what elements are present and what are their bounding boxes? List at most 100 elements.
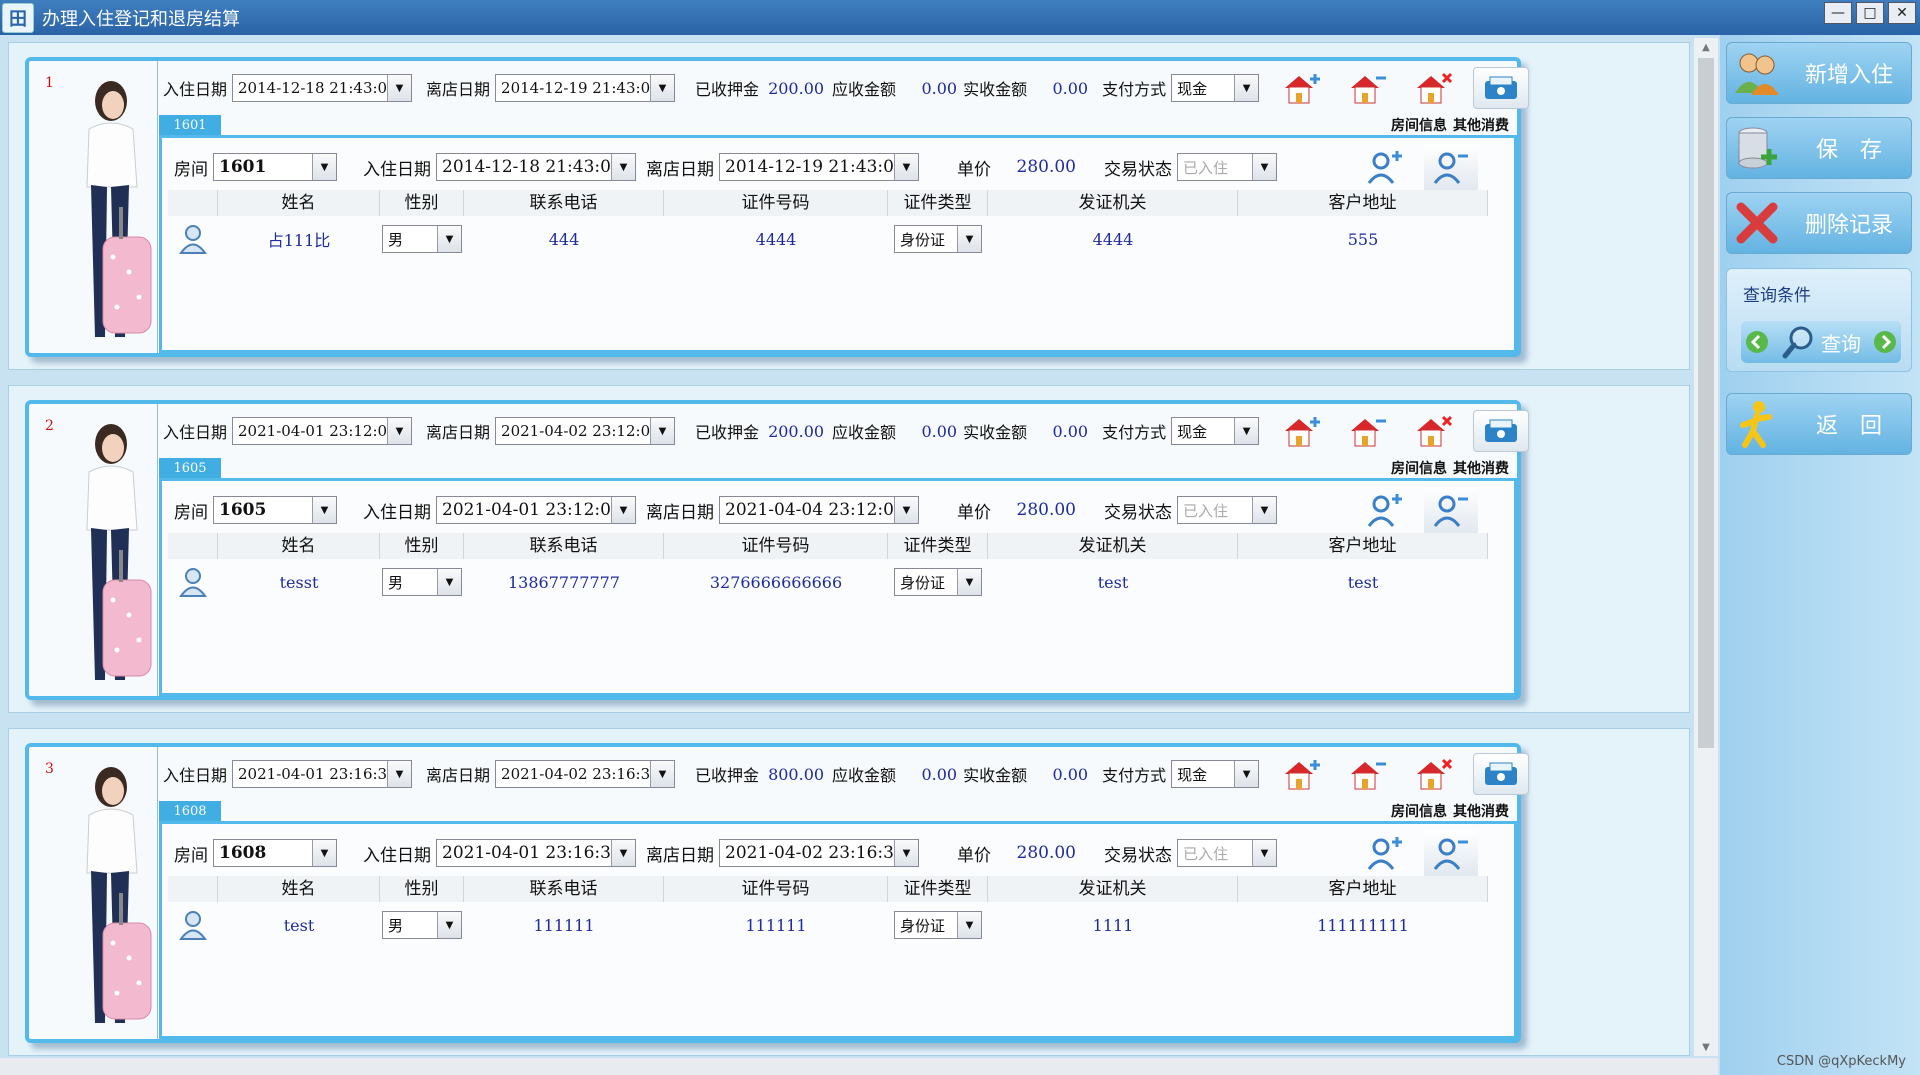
id-type-select[interactable]: 身份证 ▼	[894, 225, 982, 253]
add-guest-button[interactable]	[1358, 144, 1412, 190]
delete-room-button[interactable]	[1407, 410, 1463, 452]
save-button[interactable]: 保 存	[1726, 117, 1912, 179]
query-button[interactable]: 查询	[1771, 324, 1871, 360]
back-button[interactable]: 返 回	[1726, 393, 1912, 455]
checkout-button[interactable]	[1473, 753, 1529, 795]
guest-row[interactable]: test 男 ▼ 111111 111111 身份证 ▼ 1111 11111111…	[168, 908, 1488, 942]
remove-guest-button[interactable]	[1424, 144, 1478, 190]
chevron-down-icon[interactable]: ▼	[894, 497, 918, 523]
checkin-date-picker[interactable]: 2014-12-18 21:43:01 ▼	[232, 74, 413, 102]
checkout-date-picker[interactable]: 2021-04-02 23:12:08 ▼	[495, 417, 676, 445]
scroll-up-arrow[interactable]: ▲	[1694, 38, 1718, 56]
pay-method-select[interactable]: 现金 ▼	[1171, 760, 1260, 788]
tab-other-consumption[interactable]: 其他消费	[1453, 801, 1509, 821]
pay-method-select[interactable]: 现金 ▼	[1171, 417, 1260, 445]
room-select[interactable]: 1605 ▼	[213, 496, 337, 524]
room-select[interactable]: 1601 ▼	[213, 153, 337, 181]
chevron-down-icon[interactable]: ▼	[611, 154, 635, 180]
room-checkout-picker[interactable]: 2021-04-02 23:16:31 ▼	[719, 839, 919, 867]
tab-room-info[interactable]: 房间信息	[1391, 458, 1447, 478]
room-checkin-picker[interactable]: 2021-04-01 23:16:31 ▼	[436, 839, 636, 867]
horizontal-scrollbar[interactable]	[0, 1058, 1718, 1075]
trade-status-select[interactable]: 已入住 ▼	[1177, 839, 1277, 867]
scroll-down-arrow[interactable]: ▼	[1694, 1038, 1718, 1056]
tab-room-info[interactable]: 房间信息	[1391, 115, 1447, 135]
chevron-down-icon[interactable]: ▼	[650, 75, 675, 101]
chevron-down-icon[interactable]: ▼	[437, 569, 461, 595]
checkout-date-picker[interactable]: 2021-04-02 23:16:31 ▼	[495, 760, 676, 788]
remove-room-button[interactable]	[1341, 410, 1397, 452]
room-tab[interactable]: 1601	[159, 115, 221, 135]
delete-room-button[interactable]	[1407, 753, 1463, 795]
chevron-down-icon[interactable]: ▼	[957, 226, 981, 252]
trade-status-select[interactable]: 已入住 ▼	[1177, 153, 1277, 181]
tab-other-consumption[interactable]: 其他消费	[1453, 115, 1509, 135]
receivable-value: 0.00	[921, 421, 958, 441]
room-checkin-picker[interactable]: 2014-12-18 21:43:01 ▼	[436, 153, 636, 181]
chevron-down-icon[interactable]: ▼	[1252, 497, 1276, 523]
pay-method-select[interactable]: 现金 ▼	[1171, 74, 1260, 102]
trade-status-select[interactable]: 已入住 ▼	[1177, 496, 1277, 524]
remove-guest-button[interactable]	[1424, 487, 1478, 533]
checkout-date-picker[interactable]: 2014-12-19 21:43:01 ▼	[495, 74, 676, 102]
chevron-down-icon[interactable]: ▼	[650, 761, 675, 787]
chevron-down-icon[interactable]: ▼	[387, 761, 412, 787]
add-guest-button[interactable]	[1358, 830, 1412, 876]
room-checkout-picker[interactable]: 2014-12-19 21:43:01 ▼	[719, 153, 919, 181]
chevron-down-icon[interactable]: ▼	[437, 912, 461, 938]
add-room-button[interactable]	[1275, 67, 1331, 109]
add-room-button[interactable]	[1275, 753, 1331, 795]
previous-button[interactable]	[1743, 327, 1771, 357]
delete-record-button[interactable]: 删除记录	[1726, 192, 1912, 254]
gender-select[interactable]: 男 ▼	[382, 225, 462, 253]
scroll-thumb[interactable]	[1698, 58, 1714, 748]
chevron-down-icon[interactable]: ▼	[957, 569, 981, 595]
room-select[interactable]: 1608 ▼	[213, 839, 337, 867]
chevron-down-icon[interactable]: ▼	[1234, 75, 1259, 101]
chevron-down-icon[interactable]: ▼	[312, 840, 336, 866]
gender-select[interactable]: 男 ▼	[382, 911, 462, 939]
guest-row[interactable]: tesst 男 ▼ 13867777777 3276666666666 身份证 ▼ …	[168, 565, 1488, 599]
chevron-down-icon[interactable]: ▼	[437, 226, 461, 252]
maximize-button[interactable]: □	[1856, 2, 1884, 24]
add-room-button[interactable]	[1275, 410, 1331, 452]
chevron-down-icon[interactable]: ▼	[894, 840, 918, 866]
chevron-down-icon[interactable]: ▼	[957, 912, 981, 938]
guest-row[interactable]: 占111比 男 ▼ 444 4444 身份证 ▼ 4444 555	[168, 222, 1488, 256]
vertical-scrollbar[interactable]: ▲ ▼	[1694, 38, 1718, 1056]
room-checkin-picker[interactable]: 2021-04-01 23:12:08 ▼	[436, 496, 636, 524]
room-checkout-picker[interactable]: 2021-04-04 23:12:08 ▼	[719, 496, 919, 524]
checkout-button[interactable]	[1473, 67, 1529, 109]
chevron-down-icon[interactable]: ▼	[894, 154, 918, 180]
chevron-down-icon[interactable]: ▼	[312, 154, 336, 180]
id-type-select[interactable]: 身份证 ▼	[894, 568, 982, 596]
delete-room-button[interactable]	[1407, 67, 1463, 109]
new-checkin-button[interactable]: 新增入住	[1726, 42, 1912, 104]
minimize-button[interactable]: —	[1824, 2, 1852, 24]
chevron-down-icon[interactable]: ▼	[1252, 154, 1276, 180]
room-tab[interactable]: 1608	[159, 801, 221, 821]
checkout-button[interactable]	[1473, 410, 1529, 452]
tab-room-info[interactable]: 房间信息	[1391, 801, 1447, 821]
remove-room-button[interactable]	[1341, 67, 1397, 109]
chevron-down-icon[interactable]: ▼	[387, 75, 412, 101]
checkin-date-picker[interactable]: 2021-04-01 23:16:31 ▼	[232, 760, 413, 788]
remove-guest-button[interactable]	[1424, 830, 1478, 876]
chevron-down-icon[interactable]: ▼	[611, 497, 635, 523]
id-type-select[interactable]: 身份证 ▼	[894, 911, 982, 939]
chevron-down-icon[interactable]: ▼	[312, 497, 336, 523]
checkin-date-picker[interactable]: 2021-04-01 23:12:08 ▼	[232, 417, 413, 445]
tab-other-consumption[interactable]: 其他消费	[1453, 458, 1509, 478]
chevron-down-icon[interactable]: ▼	[1234, 418, 1259, 444]
remove-room-button[interactable]	[1341, 753, 1397, 795]
room-tab[interactable]: 1605	[159, 458, 221, 478]
next-button[interactable]	[1871, 327, 1899, 357]
chevron-down-icon[interactable]: ▼	[611, 840, 635, 866]
gender-select[interactable]: 男 ▼	[382, 568, 462, 596]
close-button[interactable]: ✕	[1888, 2, 1916, 24]
add-guest-button[interactable]	[1358, 487, 1412, 533]
chevron-down-icon[interactable]: ▼	[650, 418, 675, 444]
chevron-down-icon[interactable]: ▼	[1234, 761, 1259, 787]
chevron-down-icon[interactable]: ▼	[387, 418, 412, 444]
chevron-down-icon[interactable]: ▼	[1252, 840, 1276, 866]
